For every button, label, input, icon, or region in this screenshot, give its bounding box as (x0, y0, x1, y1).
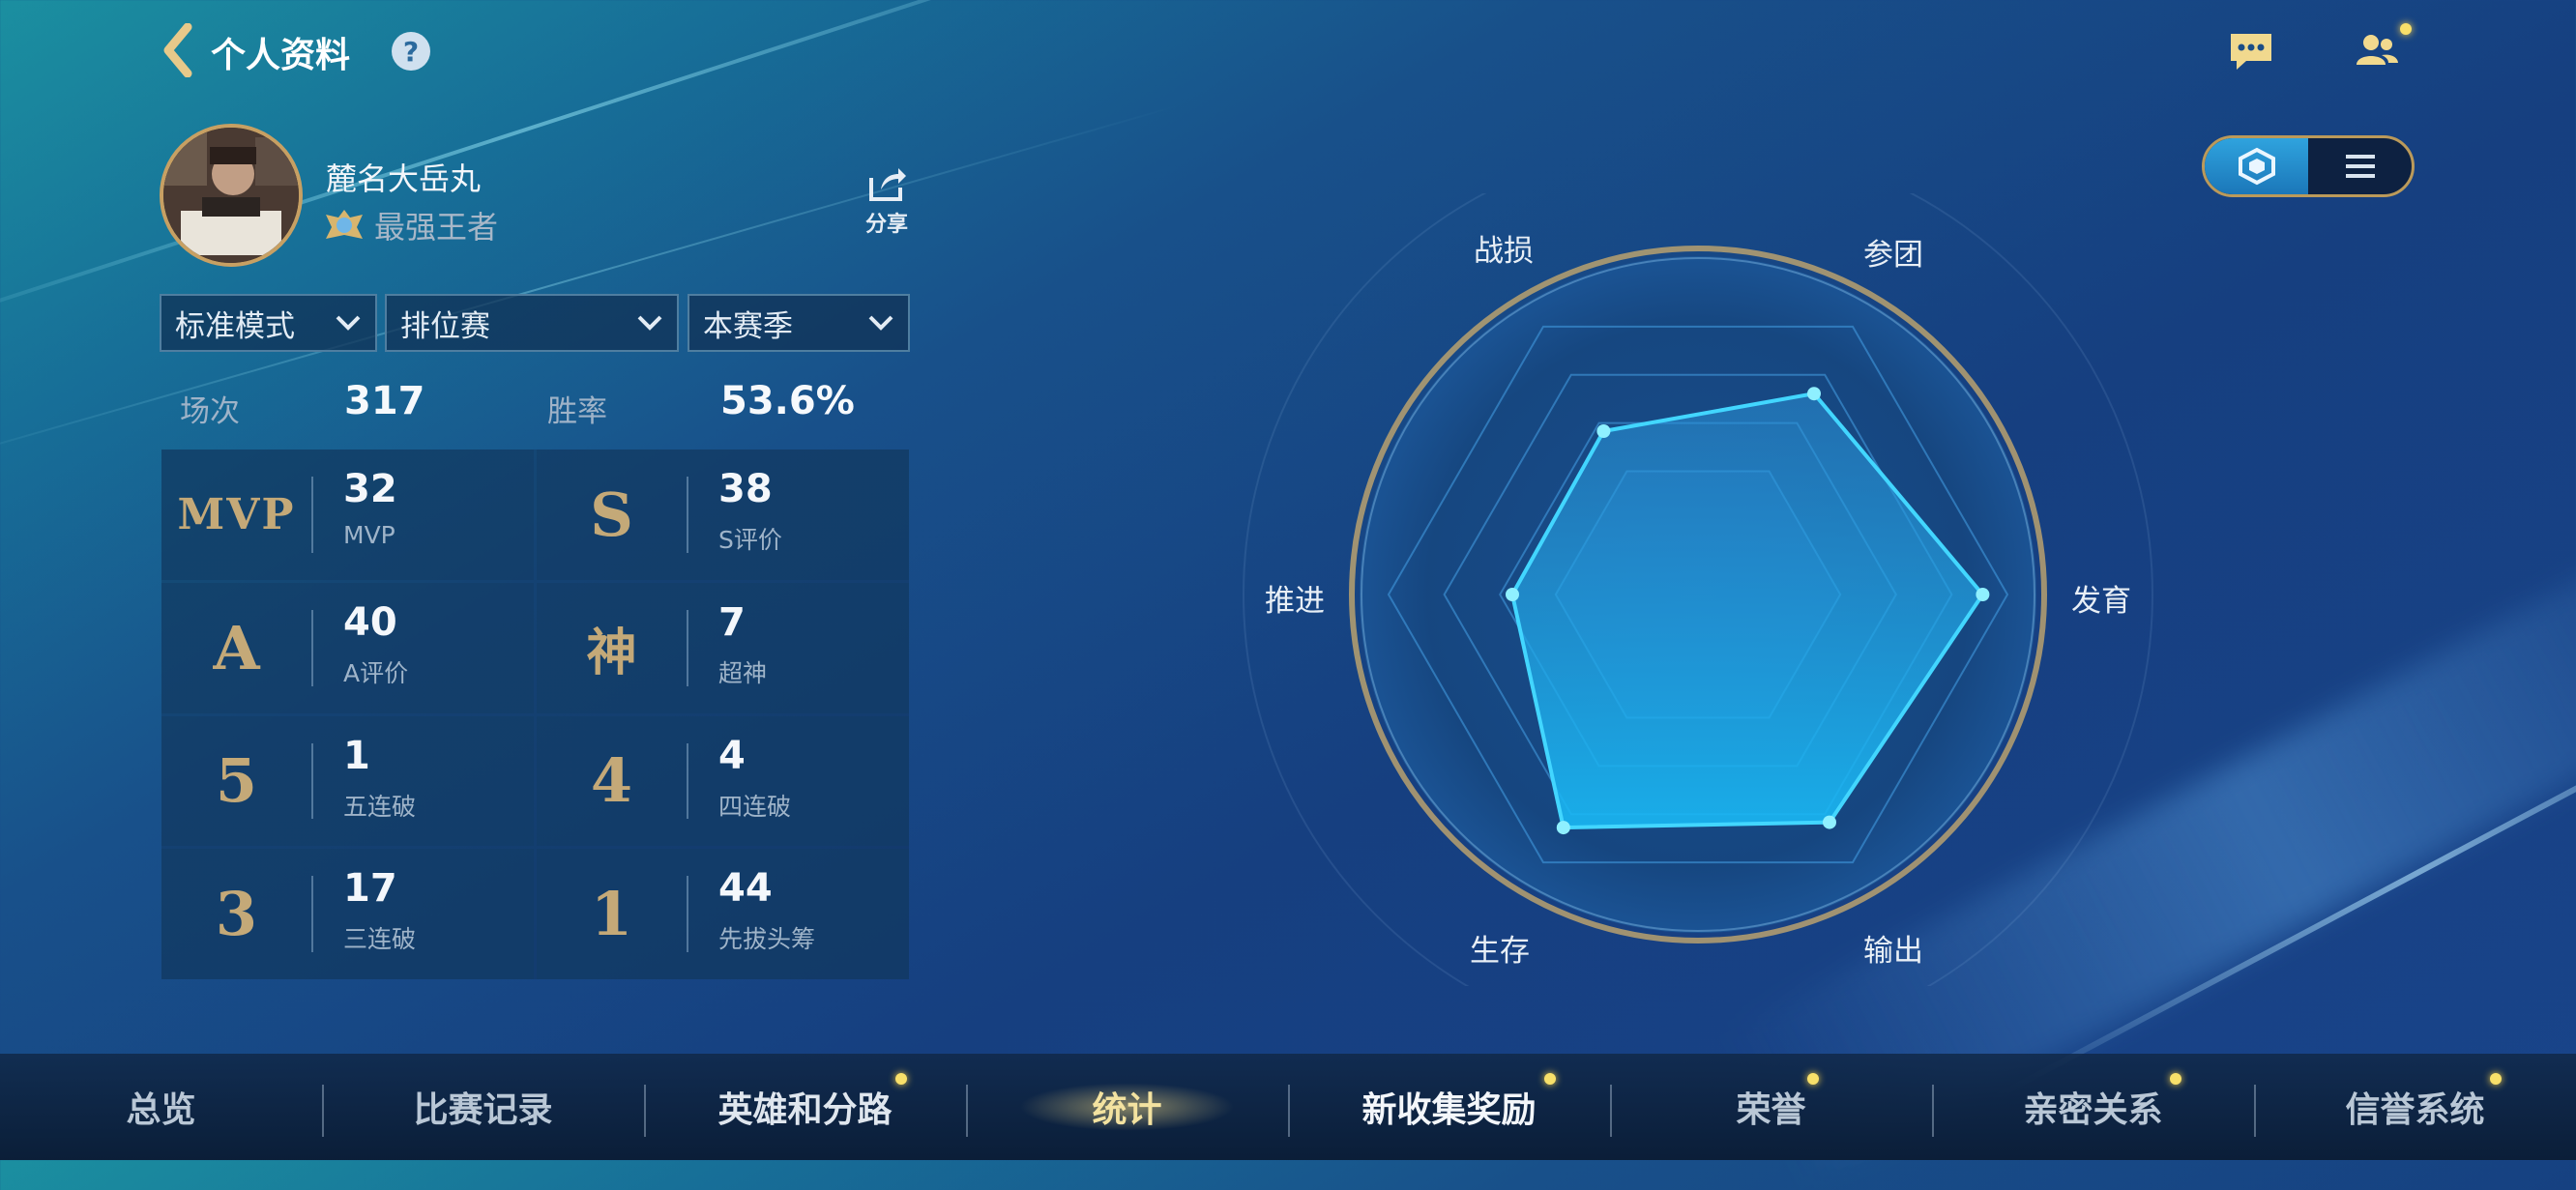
radar-label-left: 推进 (1265, 584, 1325, 619)
triple-kill-icon: 3 (215, 879, 258, 950)
radar-label-top-left: 战损 (1474, 234, 1534, 269)
list-view-option[interactable] (2308, 138, 2412, 194)
radar-label-bottom-left: 生存 (1470, 934, 1530, 969)
notification-dot (1544, 1073, 1556, 1085)
quadra-kill-icon: 4 (590, 745, 633, 817)
stat-value: 17 (343, 866, 397, 912)
radar-label-right: 发育 (2071, 584, 2131, 619)
stat-value: 1 (343, 733, 370, 778)
stat-value: 32 (343, 467, 397, 511)
radar-chart: 战损 参团 发育 输出 生存 推进 (1228, 193, 2176, 986)
tab-honor[interactable]: 荣誉 (1610, 1054, 1932, 1160)
tab-match-history[interactable]: 比赛记录 (322, 1054, 644, 1160)
share-button[interactable]: 分享 (861, 164, 913, 238)
nickname: 麓名大岳丸 (326, 160, 482, 197)
stat-value: 4 (718, 733, 746, 778)
chevron-left-icon (163, 23, 192, 77)
season-dropdown[interactable]: 本赛季 (688, 294, 910, 352)
hexagon-icon (2238, 147, 2275, 186)
radar-vertex-point (1596, 424, 1611, 438)
penta-kill-icon: 5 (215, 745, 258, 817)
share-icon (869, 168, 906, 201)
friends-icon (2356, 35, 2398, 65)
radar-label-top-right: 参团 (1863, 238, 1923, 273)
stat-value: 44 (718, 866, 773, 912)
stat-value: 40 (343, 599, 397, 645)
stat-cell-a: A 40 A评价 (161, 582, 534, 713)
games-label: 场次 (180, 394, 240, 429)
notification-dot (1807, 1073, 1819, 1085)
rank-row: 最强王者 (322, 203, 498, 247)
radar-vertex-point (1976, 588, 1990, 601)
chevron-down-icon (868, 315, 893, 331)
stat-cell-mvp: MVP 32 MVP (161, 450, 534, 580)
radar-chart-svg (1243, 193, 2153, 986)
stat-cell-first-blood: 1 44 先拔头筹 (537, 849, 909, 979)
radar-label-bottom-right: 输出 (1863, 934, 1923, 969)
match-type-dropdown[interactable]: 排位赛 (385, 294, 679, 352)
notification-dot (2170, 1073, 2181, 1085)
notification-dot (895, 1073, 907, 1085)
stat-label: A评价 (343, 658, 409, 687)
radar-vertex-point (1506, 588, 1519, 601)
stats-grid: MVP 32 MVP S 38 S评价 A 40 A评价 神 7 超神 5 1 … (161, 450, 909, 979)
stat-label: 三连破 (343, 925, 417, 954)
tab-overview[interactable]: 总览 (0, 1054, 322, 1160)
share-label: 分享 (864, 213, 908, 237)
mode-dropdown[interactable]: 标准模式 (160, 294, 377, 352)
stat-cell-s: S 38 S评价 (537, 450, 909, 580)
chevron-down-icon (336, 315, 361, 331)
mode-dropdown-value: 标准模式 (175, 308, 295, 344)
stat-value: 7 (718, 599, 746, 645)
tab-credit-system[interactable]: 信誉系统 (2254, 1054, 2576, 1160)
winrate-value: 53.6% (720, 379, 855, 423)
radar-vertex-point (1807, 387, 1821, 401)
season-dropdown-value: 本赛季 (703, 308, 793, 344)
stat-cell-penta: 5 1 五连破 (161, 715, 534, 847)
friends-button[interactable] (2350, 23, 2412, 75)
chat-button[interactable] (2224, 27, 2278, 75)
stat-label: MVP (343, 521, 395, 549)
tab-intimate-relations[interactable]: 亲密关系 (1932, 1054, 2254, 1160)
s-grade-icon: S (590, 479, 633, 550)
stat-cell-quadra: 4 4 四连破 (537, 715, 909, 847)
chat-icon (2231, 34, 2271, 70)
list-icon (2345, 155, 2375, 178)
stat-cell-triple: 3 17 三连破 (161, 849, 534, 979)
stat-label: 五连破 (343, 792, 417, 821)
tab-statistics[interactable]: 统计 (966, 1054, 1288, 1160)
stat-label: 先拔头筹 (718, 925, 816, 954)
stat-label: S评价 (718, 526, 782, 554)
winrate-label: 胜率 (547, 394, 607, 429)
games-value: 317 (344, 379, 425, 423)
first-blood-icon: 1 (590, 879, 633, 950)
stat-label: 四连破 (718, 792, 792, 821)
radar-vertex-point (1823, 815, 1836, 829)
godlike-icon: 神 (586, 623, 637, 682)
stat-label: 超神 (718, 658, 768, 687)
avatar[interactable] (160, 124, 303, 267)
stat-value: 38 (718, 467, 773, 511)
back-button[interactable] (155, 21, 199, 79)
tab-new-collection-rewards[interactable]: 新收集奖励 (1288, 1054, 1610, 1160)
chevron-down-icon (637, 315, 662, 331)
notification-dot (2400, 23, 2412, 35)
radar-vertex-point (1556, 821, 1570, 835)
view-toggle[interactable] (2202, 135, 2415, 197)
a-grade-icon: A (213, 612, 260, 683)
bottom-nav: 总览 比赛记录 英雄和分路 统计 新收集奖励 荣誉 亲密关系 信誉系统 (0, 1054, 2576, 1160)
avatar-image (163, 128, 299, 263)
rank-badge-icon (326, 210, 363, 239)
help-icon[interactable]: ? (392, 32, 430, 71)
mvp-icon: MVP (177, 489, 296, 539)
rank-name: 最强王者 (374, 209, 499, 246)
match-type-dropdown-value: 排位赛 (400, 308, 490, 344)
page-title: 个人资料 (211, 36, 351, 75)
notification-dot (2490, 1073, 2502, 1085)
radar-view-option[interactable] (2205, 138, 2308, 194)
stat-cell-godlike: 神 7 超神 (537, 582, 909, 713)
tab-heroes-lanes[interactable]: 英雄和分路 (644, 1054, 966, 1160)
